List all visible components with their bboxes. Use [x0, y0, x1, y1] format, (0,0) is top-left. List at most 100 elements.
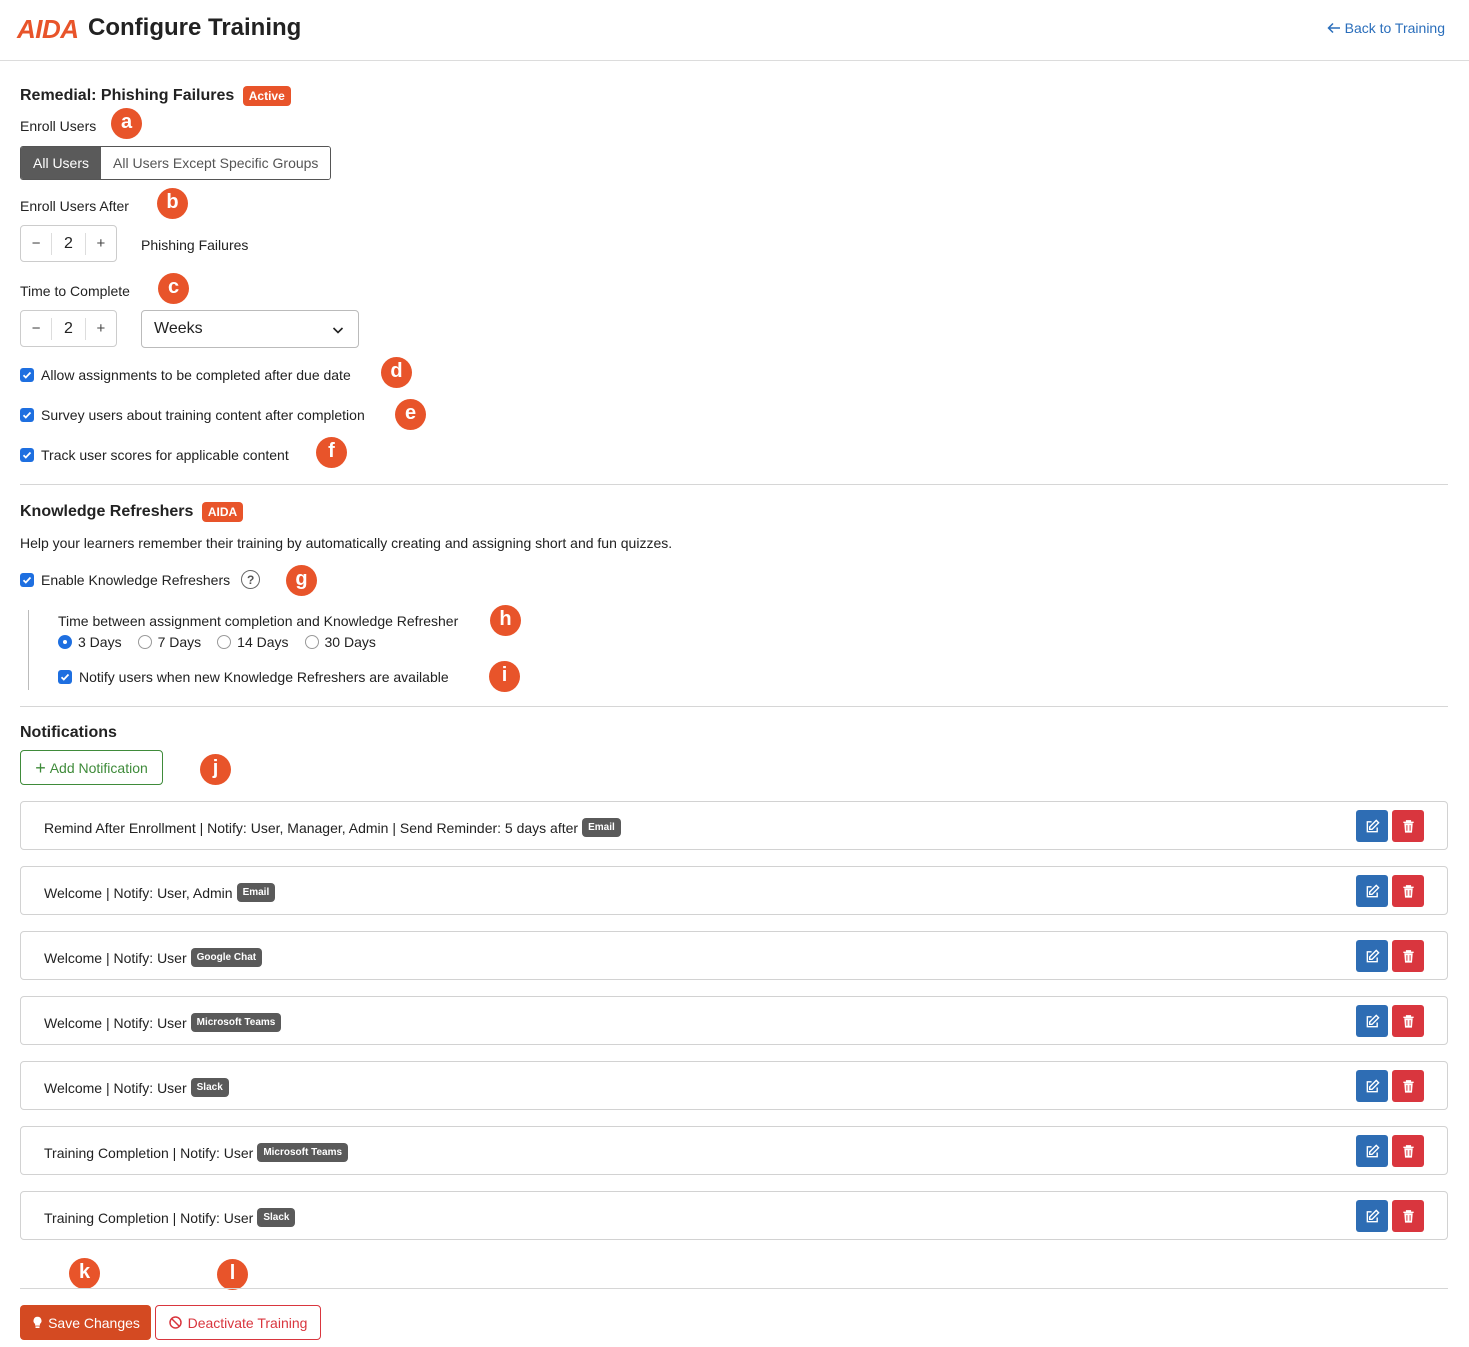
section-divider — [20, 484, 1448, 485]
section-divider — [20, 706, 1448, 707]
option-survey-row: Survey users about training content afte… — [20, 407, 365, 423]
option-allow-late-row: Allow assignments to be completed after … — [20, 367, 351, 383]
edit-icon — [1366, 948, 1380, 962]
refreshers-title-text: Knowledge Refreshers — [20, 503, 194, 521]
notifications-title: Notifications — [20, 724, 117, 741]
notification-text: Training Completion | Notify: User — [44, 1144, 254, 1161]
trash-icon — [1402, 884, 1414, 898]
enroll-option-all-users[interactable]: All Users — [21, 147, 102, 179]
save-changes-button[interactable]: Save Changes — [20, 1305, 151, 1340]
check-icon — [60, 673, 70, 681]
interval-radio-group: 3 Days 7 Days 14 Days 30 Days — [58, 634, 392, 650]
time-unit-select[interactable]: Weeks — [141, 310, 359, 348]
delete-notification-button[interactable] — [1392, 875, 1424, 907]
edit-icon — [1366, 1078, 1380, 1092]
channel-badge: Slack — [190, 1078, 229, 1097]
enroll-option-except-groups[interactable]: All Users Except Specific Groups — [101, 147, 331, 179]
enable-refreshers-label: Enable Knowledge Refreshers — [41, 571, 231, 588]
arrow-left-icon — [1327, 22, 1340, 34]
trash-icon — [1402, 1144, 1414, 1158]
radio-30-days[interactable] — [304, 635, 319, 649]
enroll-users-toggle: All Users All Users Except Specific Grou… — [20, 146, 332, 180]
app-header: AIDA Configure Training Back to Training — [0, 0, 1469, 61]
delete-notification-button[interactable] — [1392, 1200, 1424, 1232]
time-decrement-button[interactable]: − — [21, 320, 51, 337]
enroll-after-value[interactable]: 2 — [51, 232, 86, 255]
interval-option-3-days[interactable]: 3 Days — [58, 634, 122, 650]
channel-badge: Email — [236, 883, 276, 902]
time-to-complete-label: Time to Complete — [20, 283, 130, 299]
enroll-after-stepper: − 2 + — [20, 225, 117, 262]
notification-row: Welcome | Notify: User Microsoft Teams — [20, 996, 1448, 1045]
notification-row: Training Completion | Notify: User Micros… — [20, 1126, 1448, 1175]
delete-notification-button[interactable] — [1392, 1135, 1424, 1167]
check-icon — [22, 411, 32, 419]
enroll-after-label: Enroll Users After — [20, 198, 129, 214]
save-changes-label: Save Changes — [48, 1314, 140, 1331]
delete-notification-button[interactable] — [1392, 940, 1424, 972]
callout-c: c — [158, 273, 189, 304]
edit-icon — [1366, 1208, 1380, 1222]
trash-icon — [1402, 819, 1414, 833]
radio-7-days[interactable] — [137, 635, 152, 649]
callout-a: a — [111, 108, 142, 139]
notification-text: Welcome | Notify: User — [44, 949, 187, 966]
add-notification-button[interactable]: + Add Notification — [20, 750, 163, 785]
aida-badge: AIDA — [201, 502, 244, 522]
delete-notification-button[interactable] — [1392, 1070, 1424, 1102]
aida-logo: AIDA — [17, 14, 79, 44]
track-scores-checkbox[interactable] — [20, 448, 34, 462]
enroll-after-decrement-button[interactable]: − — [21, 235, 51, 252]
callout-b: b — [157, 188, 188, 219]
trash-icon — [1402, 949, 1414, 963]
callout-l: l — [217, 1259, 248, 1290]
back-to-training-link[interactable]: Back to Training — [1327, 20, 1445, 36]
edit-notification-button[interactable] — [1356, 1135, 1388, 1167]
interval-option-30-days[interactable]: 30 Days — [304, 634, 376, 650]
edit-notification-button[interactable] — [1356, 940, 1388, 972]
enable-refreshers-checkbox[interactable] — [20, 572, 34, 587]
callout-d: d — [381, 357, 412, 388]
notification-text: Welcome | Notify: User — [44, 1014, 187, 1031]
help-icon[interactable]: ? — [241, 570, 261, 589]
refreshers-indent-line — [28, 610, 29, 690]
notification-text: Training Completion | Notify: User — [44, 1209, 254, 1226]
notify-refreshers-checkbox[interactable] — [58, 670, 72, 684]
plus-icon: + — [35, 757, 46, 778]
interval-option-label: 3 Days — [78, 634, 122, 650]
interval-label: Time between assignment completion and K… — [58, 613, 459, 629]
trash-icon — [1402, 1079, 1414, 1093]
allow-late-checkbox[interactable] — [20, 368, 34, 382]
time-increment-button[interactable]: + — [86, 320, 116, 337]
callout-e: e — [395, 399, 426, 430]
enroll-users-label: Enroll Users — [20, 118, 97, 134]
ban-icon — [168, 1316, 182, 1329]
interval-option-label: 7 Days — [157, 634, 202, 650]
enroll-after-increment-button[interactable]: + — [86, 235, 116, 252]
radio-14-days[interactable] — [217, 635, 232, 649]
time-to-complete-value[interactable]: 2 — [51, 317, 86, 340]
page-title: Configure Training — [88, 14, 302, 41]
option-track-scores-row: Track user scores for applicable content — [20, 447, 289, 463]
callout-j: j — [200, 754, 231, 785]
notification-row: Training Completion | Notify: User Slack — [20, 1191, 1448, 1240]
delete-notification-button[interactable] — [1392, 1005, 1424, 1037]
edit-notification-button[interactable] — [1356, 810, 1388, 842]
check-icon — [22, 371, 32, 379]
notification-row: Welcome | Notify: User Google Chat — [20, 931, 1448, 980]
deactivate-training-button[interactable]: Deactivate Training — [155, 1305, 321, 1340]
refreshers-section-title: Knowledge Refreshers AIDA — [20, 502, 244, 522]
survey-users-checkbox[interactable] — [20, 408, 34, 422]
radio-3-days[interactable] — [58, 635, 72, 649]
edit-notification-button[interactable] — [1356, 1005, 1388, 1037]
edit-icon — [1366, 818, 1380, 832]
interval-option-7-days[interactable]: 7 Days — [137, 634, 202, 650]
edit-notification-button[interactable] — [1356, 1200, 1388, 1232]
notify-refreshers-label: Notify users when new Knowledge Refreshe… — [79, 669, 449, 685]
callout-f: f — [316, 437, 347, 468]
delete-notification-button[interactable] — [1392, 810, 1424, 842]
interval-option-14-days[interactable]: 14 Days — [217, 634, 289, 650]
edit-notification-button[interactable] — [1356, 875, 1388, 907]
check-icon — [22, 576, 32, 584]
edit-notification-button[interactable] — [1356, 1070, 1388, 1102]
